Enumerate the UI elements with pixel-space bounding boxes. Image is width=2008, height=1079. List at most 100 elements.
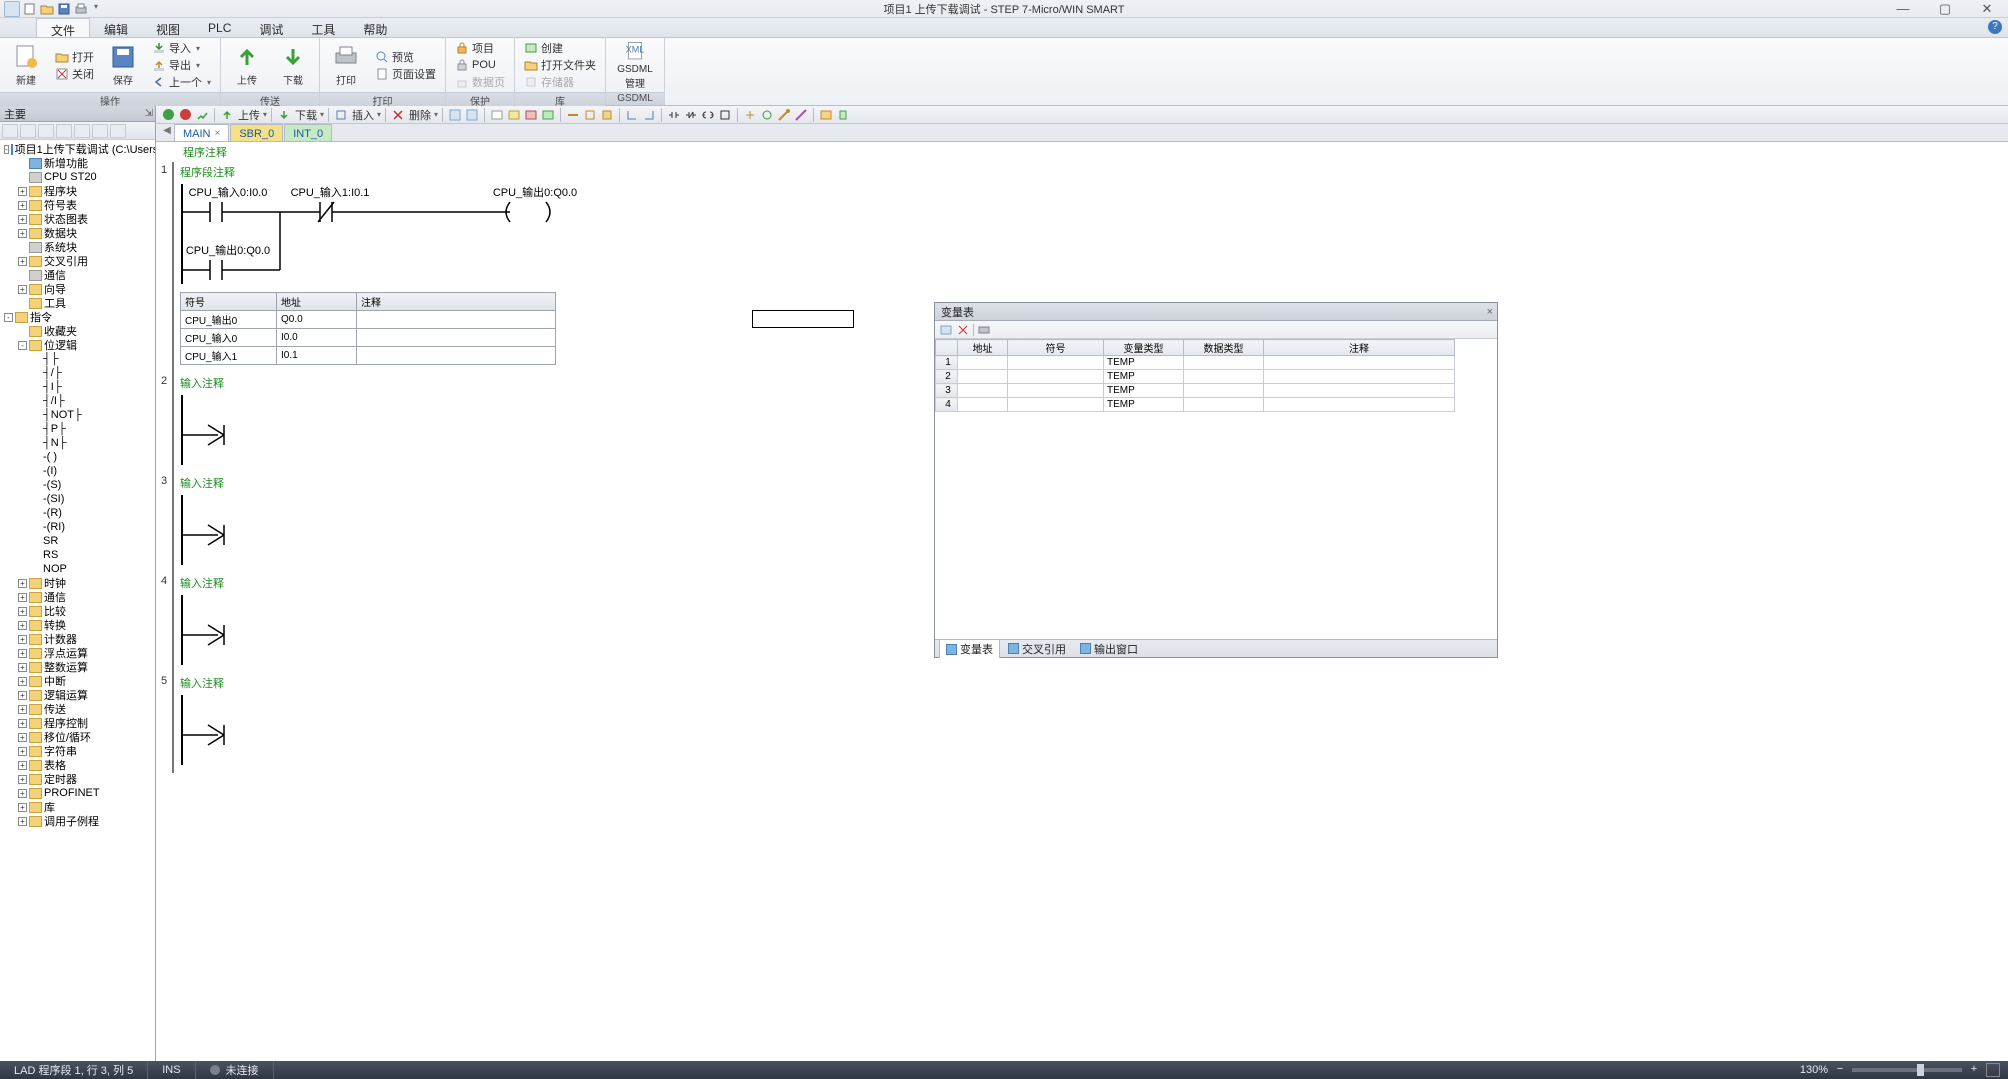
qat-open-icon[interactable]	[40, 2, 54, 16]
tree-item[interactable]: -(SI)	[0, 492, 155, 506]
ribbon-openfolder-button[interactable]: 打开文件夹	[521, 57, 599, 73]
tree-item[interactable]: ┤├	[0, 352, 155, 366]
close-button[interactable]: ✕	[1966, 0, 2008, 18]
tree-item[interactable]: +状态图表	[0, 212, 155, 226]
tb-btn-5[interactable]	[523, 107, 539, 122]
network-symbol-table[interactable]: 符号地址注释CPU_输出0Q0.0CPU_输入0I0.0CPU_输入1I0.1	[180, 292, 556, 365]
download-label[interactable]: 下载	[293, 107, 319, 123]
tree-item[interactable]: ┤P├	[0, 422, 155, 436]
tree-item[interactable]: +比较	[0, 604, 155, 618]
ribbon-open-button[interactable]: 打开	[52, 49, 97, 65]
ribbon-pagesetup-button[interactable]: 页面设置	[372, 66, 439, 82]
close-icon[interactable]: ×	[1487, 306, 1493, 318]
tree-item[interactable]: +交叉引用	[0, 254, 155, 268]
upload-label[interactable]: 上传	[236, 107, 262, 123]
run-icon[interactable]	[160, 107, 176, 122]
qat-print-icon[interactable]	[74, 2, 88, 16]
tb-btn-8[interactable]	[582, 107, 598, 122]
ladder-rung-empty[interactable]	[180, 395, 260, 465]
tb-box-icon[interactable]	[717, 107, 733, 122]
varpanel-tab-0[interactable]: 变量表	[939, 639, 1000, 658]
menu-工具[interactable]: 工具	[297, 18, 349, 37]
tree-item[interactable]: ┤NOT├	[0, 408, 155, 422]
tree-item[interactable]: -(RI)	[0, 520, 155, 534]
zoom-slider[interactable]	[1852, 1068, 1962, 1072]
tree-item[interactable]: -(S)	[0, 478, 155, 492]
tree-tb-1[interactable]	[2, 124, 18, 138]
tree-item[interactable]: +通信	[0, 590, 155, 604]
tb-btn-2[interactable]	[464, 107, 480, 122]
ladder-rung-empty[interactable]	[180, 595, 260, 665]
varpanel-tab-1[interactable]: 交叉引用	[1002, 640, 1072, 658]
tree-tb-3[interactable]	[38, 124, 54, 138]
tree-item[interactable]: +表格	[0, 758, 155, 772]
tree-tb-6[interactable]	[92, 124, 108, 138]
tab-prev-icon[interactable]: ◀	[160, 125, 174, 141]
tree-item[interactable]: -位逻辑	[0, 338, 155, 352]
tree-item[interactable]: +中断	[0, 674, 155, 688]
tree-item[interactable]: 通信	[0, 268, 155, 282]
tb-btn-10[interactable]	[624, 107, 640, 122]
tb-btn-1[interactable]	[447, 107, 463, 122]
tree-item[interactable]: RS	[0, 548, 155, 562]
tree-item[interactable]: +调用子例程	[0, 814, 155, 828]
tb-btn-7[interactable]	[565, 107, 581, 122]
tree-item[interactable]: ┤I├	[0, 380, 155, 394]
menu-调试[interactable]: 调试	[245, 18, 297, 37]
tree-item[interactable]: -(I)	[0, 464, 155, 478]
tree-tb-5[interactable]	[74, 124, 90, 138]
tb-btn-17[interactable]	[835, 107, 851, 122]
ribbon-print-button[interactable]: 打印	[326, 40, 366, 90]
tree-item[interactable]: +时钟	[0, 576, 155, 590]
tree-item[interactable]: +浮点运算	[0, 646, 155, 660]
ribbon-download-button[interactable]: 下载	[273, 40, 313, 90]
pin-icon[interactable]: ⇲	[145, 108, 153, 119]
ribbon-preview-button[interactable]: 预览	[372, 49, 439, 65]
qat-save-icon[interactable]	[57, 2, 71, 16]
ladder-rung-empty[interactable]	[180, 495, 260, 565]
tree-item[interactable]: +程序控制	[0, 716, 155, 730]
stop-icon[interactable]	[177, 107, 193, 122]
ladder-rung-empty[interactable]	[180, 695, 260, 765]
tree-item[interactable]: +库	[0, 800, 155, 814]
ribbon-memory-button[interactable]: 存储器	[521, 74, 599, 90]
variable-panel-header[interactable]: 变量表×	[935, 303, 1497, 321]
tb-btn-9[interactable]	[599, 107, 615, 122]
program-comment[interactable]: 程序注释	[156, 142, 2008, 162]
tree-item[interactable]: ┤/I├	[0, 394, 155, 408]
tb-contact-nc-icon[interactable]	[683, 107, 699, 122]
tree-item[interactable]: ┤/├	[0, 366, 155, 380]
menu-视图[interactable]: 视图	[142, 18, 194, 37]
zoom-fit-button[interactable]	[1986, 1063, 2000, 1077]
tree-item[interactable]: +整数运算	[0, 660, 155, 674]
insert-icon[interactable]	[333, 107, 349, 122]
ribbon-project-button[interactable]: 项目	[452, 40, 508, 56]
tb-btn-14[interactable]	[776, 107, 792, 122]
zoom-out-button[interactable]: −	[1834, 1064, 1846, 1076]
zoom-in-button[interactable]: +	[1968, 1064, 1980, 1076]
tree-item[interactable]: 收藏夹	[0, 324, 155, 338]
menu-帮助[interactable]: 帮助	[349, 18, 401, 37]
ladder-rung[interactable]: CPU_输入0:I0.0 CPU_输出0:Q0.0 CPU_输入1:I0.1 C…	[180, 184, 780, 284]
ribbon-export-button[interactable]: 导出▾	[149, 57, 214, 73]
tb-btn-6[interactable]	[540, 107, 556, 122]
network-comment[interactable]: 程序段注释	[180, 164, 2002, 180]
ribbon-datapage-button[interactable]: 数据页	[452, 74, 508, 90]
tree-item[interactable]: +向导	[0, 282, 155, 296]
tree-item[interactable]: ┤N├	[0, 436, 155, 450]
help-icon[interactable]: ?	[1988, 20, 2002, 34]
minimize-button[interactable]: —	[1882, 0, 1924, 18]
tree-item[interactable]: +传送	[0, 702, 155, 716]
tree-item[interactable]: +符号表	[0, 198, 155, 212]
vp-tb-3[interactable]	[977, 323, 991, 337]
menu-PLC[interactable]: PLC	[194, 18, 245, 37]
tb-btn-13[interactable]	[759, 107, 775, 122]
tb-btn-3[interactable]	[489, 107, 505, 122]
tb-contact-no-icon[interactable]	[666, 107, 682, 122]
tb-btn-16[interactable]	[818, 107, 834, 122]
ribbon-gsdml-button[interactable]: XML GSDML 管理	[612, 40, 658, 90]
tree-item[interactable]: -(R)	[0, 506, 155, 520]
tab-SBR_0[interactable]: SBR_0	[230, 124, 283, 141]
tree-item[interactable]: +定时器	[0, 772, 155, 786]
zoom-control[interactable]: 130% − +	[1800, 1063, 2000, 1077]
